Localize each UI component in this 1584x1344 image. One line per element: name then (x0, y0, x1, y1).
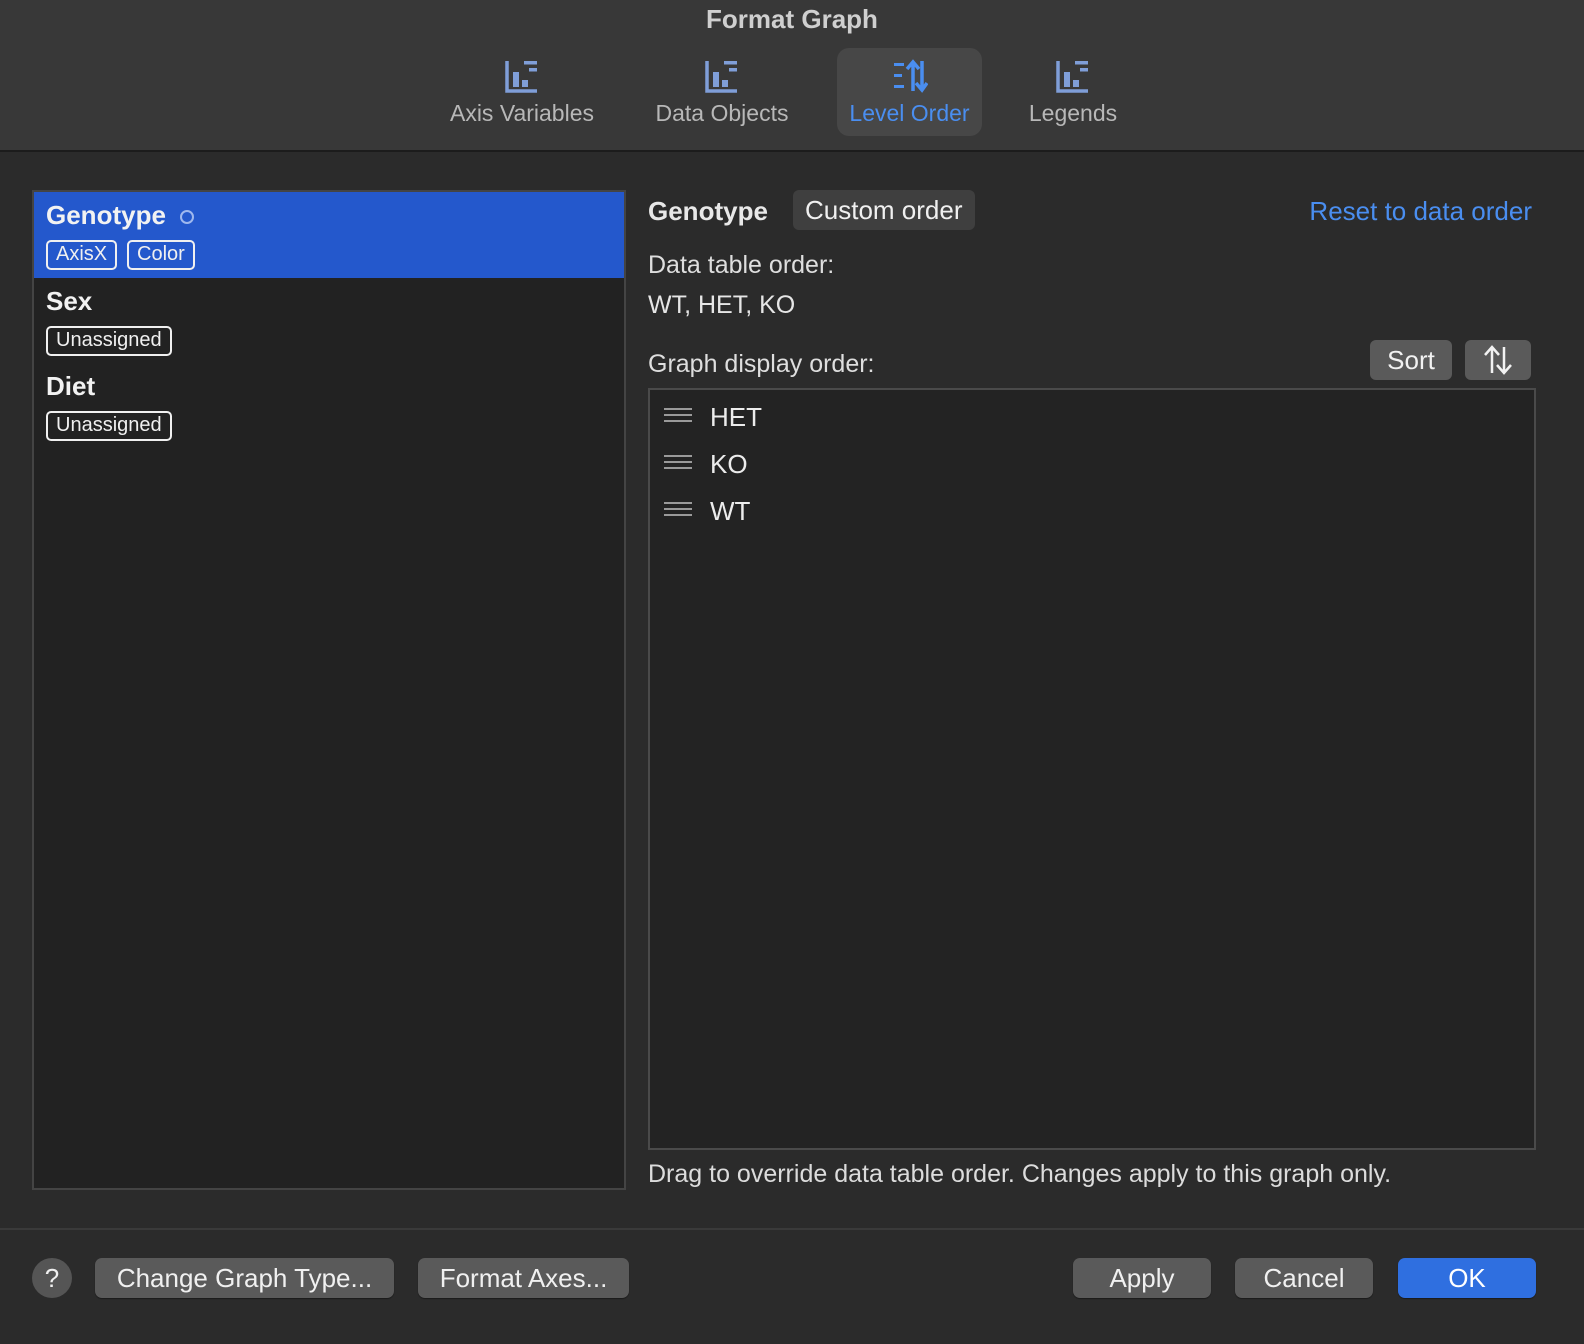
drag-handle-icon[interactable] (664, 408, 692, 424)
tab-label: Level Order (849, 100, 970, 126)
data-table-order-label: Data table order: (648, 251, 835, 279)
modified-indicator-icon (180, 210, 194, 224)
toolbar: Format Graph Axis Variables Data Objects (0, 0, 1584, 152)
graph-display-order-list: HET KO WT (648, 388, 1536, 1150)
bar-chart-icon (1056, 61, 1088, 93)
variable-item-diet[interactable]: Diet Unassigned (34, 363, 624, 449)
level-label: KO (710, 449, 748, 479)
badge-unassigned: Unassigned (46, 326, 172, 356)
reverse-sort-icon (1484, 345, 1512, 375)
ok-button[interactable]: OK (1398, 1258, 1536, 1298)
tab-label: Data Objects (655, 100, 789, 126)
badge-unassigned: Unassigned (46, 411, 172, 441)
drag-hint-text: Drag to override data table order. Chang… (648, 1160, 1392, 1188)
tab-legends[interactable]: Legends (1012, 48, 1134, 136)
list-item[interactable]: WT (650, 488, 1534, 534)
variable-name: Genotype (46, 200, 166, 230)
variable-name: Diet (46, 371, 96, 401)
tab-label: Axis Variables (449, 100, 595, 126)
window-title: Format Graph (706, 4, 878, 34)
list-item[interactable]: HET (650, 394, 1534, 440)
variable-name: Sex (46, 286, 93, 316)
tab-level-order[interactable]: Level Order (837, 48, 982, 136)
drag-handle-icon[interactable] (664, 455, 692, 471)
variable-item-sex[interactable]: Sex Unassigned (34, 278, 624, 364)
tab-label: Legends (1028, 100, 1118, 126)
tab-axis-variables[interactable]: Axis Variables (432, 48, 612, 136)
level-label: WT (710, 496, 751, 526)
reset-to-data-order-link[interactable]: Reset to data order (1309, 196, 1532, 227)
level-label: HET (710, 402, 762, 432)
bar-chart-icon (705, 61, 737, 93)
help-button[interactable]: ? (32, 1258, 72, 1298)
sort-button[interactable]: Sort (1370, 340, 1452, 380)
data-table-order-value: WT, HET, KO (648, 291, 796, 319)
selected-variable-name: Genotype (648, 196, 768, 226)
apply-button[interactable]: Apply (1073, 1258, 1211, 1298)
list-item[interactable]: KO (650, 441, 1534, 487)
order-mode-badge: Custom order (793, 190, 975, 230)
cancel-button[interactable]: Cancel (1235, 1258, 1373, 1298)
graph-display-order-label: Graph display order: (648, 350, 875, 378)
format-axes-button[interactable]: Format Axes... (418, 1258, 629, 1298)
bar-chart-icon (505, 61, 537, 93)
drag-handle-icon[interactable] (664, 502, 692, 518)
sort-levels-icon (893, 59, 928, 93)
badge-axisx: AxisX (46, 240, 118, 270)
change-graph-type-button[interactable]: Change Graph Type... (95, 1258, 394, 1298)
reverse-order-button[interactable] (1465, 340, 1531, 380)
badge-color: Color (127, 240, 195, 270)
variable-list: Genotype AxisX Color Sex Unassigned Diet… (32, 190, 626, 1190)
tab-data-objects[interactable]: Data Objects (642, 48, 802, 136)
variable-item-genotype[interactable]: Genotype AxisX Color (34, 192, 624, 278)
